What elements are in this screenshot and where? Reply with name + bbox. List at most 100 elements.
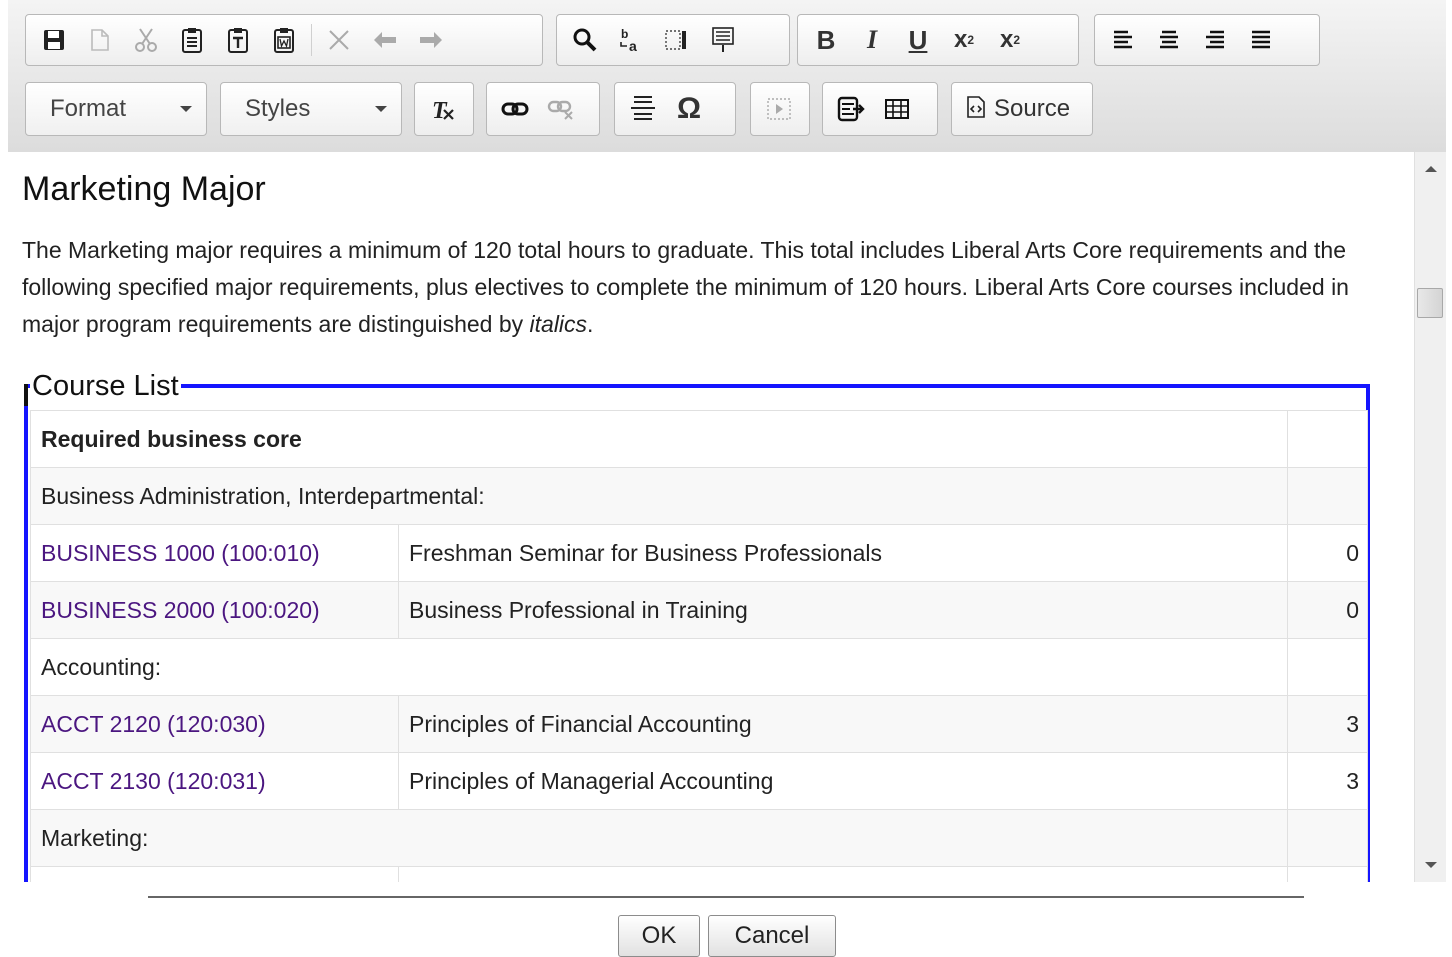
cut-icon[interactable]: [123, 20, 169, 60]
links-group: [486, 82, 600, 136]
format-dropdown[interactable]: Format: [25, 82, 207, 136]
table-row: [30, 866, 1368, 882]
table-empty-cell: [1287, 410, 1368, 468]
course-code-link[interactable]: ACCT 2130 (120:031): [41, 768, 266, 794]
editing-group: ba: [556, 14, 790, 66]
chevron-down-icon: [180, 106, 192, 112]
table-empty-cell: [1287, 467, 1368, 525]
underline-icon[interactable]: U: [895, 20, 941, 60]
source-icon: [966, 95, 986, 123]
svg-text:a: a: [629, 38, 637, 53]
basic-styles-group: B I U x2 x2: [797, 14, 1079, 66]
clear-format-group: T: [414, 82, 474, 136]
special-char-icon[interactable]: Ω: [666, 89, 712, 129]
dialog-divider: [148, 896, 1304, 898]
scroll-down-icon[interactable]: [1425, 862, 1437, 868]
remove-format-x-icon[interactable]: [316, 20, 362, 60]
course-code-cell: ACCT 2130 (120:031): [30, 752, 399, 810]
course-code-cell: ACCT 2120 (120:030): [30, 695, 399, 753]
select-all-icon[interactable]: [654, 20, 700, 60]
table-icon[interactable]: [874, 89, 920, 129]
source-button[interactable]: Source: [951, 82, 1093, 136]
justify-icon[interactable]: [1238, 20, 1284, 60]
italic-icon[interactable]: I: [849, 20, 895, 60]
course-title-cell: Business Professional in Training: [398, 581, 1288, 639]
table-section-cell: Marketing:: [30, 809, 1288, 867]
course-code-cell: BUSINESS 2000 (100:020): [30, 581, 399, 639]
source-label: Source: [994, 95, 1071, 122]
course-title-cell: [398, 866, 1288, 882]
horizontal-rule-icon[interactable]: [620, 89, 666, 129]
course-list-legend: Course List: [24, 370, 181, 406]
course-code-link[interactable]: ACCT 2120 (120:030): [41, 711, 266, 737]
table-row: BUSINESS 2000 (100:020) Business Professi…: [30, 581, 1368, 639]
course-code-link[interactable]: BUSINESS 1000 (100:010): [41, 540, 320, 566]
table-empty-cell: [1287, 809, 1368, 867]
link-icon[interactable]: [492, 89, 538, 129]
insert-template-icon[interactable]: [828, 89, 874, 129]
toolbar-separator: [311, 24, 312, 56]
iframe-group: [750, 82, 810, 136]
table-row: ACCT 2120 (120:030) Principles of Financi…: [30, 695, 1368, 753]
course-title-cell: Principles of Managerial Accounting: [398, 752, 1288, 810]
iframe-icon[interactable]: [756, 89, 802, 129]
alignment-group: [1094, 14, 1320, 66]
course-code-cell: [30, 866, 399, 882]
align-right-icon[interactable]: [1192, 20, 1238, 60]
table-row: BUSINESS 1000 (100:010) Freshman Seminar …: [30, 524, 1368, 582]
styles-dropdown[interactable]: Styles: [220, 82, 402, 136]
table-row: Accounting:: [30, 638, 1368, 696]
unlink-icon[interactable]: [538, 89, 584, 129]
replace-icon[interactable]: ba: [608, 20, 654, 60]
course-code-link[interactable]: BUSINESS 2000 (100:020): [41, 597, 320, 623]
course-hours-cell: 3: [1287, 695, 1368, 753]
remove-format-icon[interactable]: T: [420, 89, 466, 129]
scroll-up-icon[interactable]: [1425, 166, 1437, 172]
course-title-cell: Freshman Seminar for Business Profession…: [398, 524, 1288, 582]
intro-end: .: [587, 311, 594, 337]
paste-text-icon[interactable]: [215, 20, 261, 60]
align-center-icon[interactable]: [1146, 20, 1192, 60]
save-icon[interactable]: [31, 20, 77, 60]
course-hours-cell: 0: [1287, 581, 1368, 639]
subscript-icon[interactable]: x2: [987, 20, 1033, 60]
chevron-down-icon: [375, 106, 387, 112]
undo-icon[interactable]: [362, 20, 408, 60]
table-heading-cell: Required business core: [30, 410, 1288, 468]
table-section-cell: Business Administration, Interdepartment…: [30, 467, 1288, 525]
table-row: Marketing:: [30, 809, 1368, 867]
intro-italic: italics: [529, 311, 588, 337]
table-row: Business Administration, Interdepartment…: [30, 467, 1368, 525]
intro-paragraph: The Marketing major requires a minimum o…: [22, 232, 1412, 343]
format-dropdown-label: Format: [50, 95, 127, 122]
ok-button[interactable]: OK: [618, 915, 700, 957]
insert-group: Ω: [614, 82, 736, 136]
svg-text:b: b: [621, 27, 628, 41]
editor-toolbar: ba B I U x2 x2 Format Styles T Ω Source: [8, 0, 1446, 153]
table-section-cell: Accounting:: [30, 638, 1288, 696]
page-title: Marketing Major: [22, 170, 266, 208]
find-icon[interactable]: [562, 20, 608, 60]
cancel-button[interactable]: Cancel: [708, 915, 836, 957]
course-hours-cell: 0: [1287, 524, 1368, 582]
course-title-cell: Principles of Financial Accounting: [398, 695, 1288, 753]
align-left-icon[interactable]: [1100, 20, 1146, 60]
course-list-fieldset: Course List Required business core Busine…: [24, 370, 1370, 882]
table-empty-cell: [1287, 638, 1368, 696]
course-hours-cell: [1287, 866, 1368, 882]
editor-content-area[interactable]: Marketing Major The Marketing major requ…: [8, 152, 1414, 882]
new-page-icon[interactable]: [77, 20, 123, 60]
paste-word-icon[interactable]: [261, 20, 307, 60]
course-hours-cell: 3: [1287, 752, 1368, 810]
bold-icon[interactable]: B: [803, 20, 849, 60]
vertical-scrollbar[interactable]: [1414, 152, 1446, 882]
table-row: ACCT 2130 (120:031) Principles of Manager…: [30, 752, 1368, 810]
superscript-icon[interactable]: x2: [941, 20, 987, 60]
intro-text: The Marketing major requires a minimum o…: [22, 237, 1349, 337]
scrollbar-thumb[interactable]: [1417, 288, 1443, 318]
redo-icon[interactable]: [408, 20, 454, 60]
styles-dropdown-label: Styles: [245, 95, 311, 122]
clipboard-group: [25, 14, 543, 66]
paste-icon[interactable]: [169, 20, 215, 60]
spellcheck-icon[interactable]: [700, 20, 746, 60]
